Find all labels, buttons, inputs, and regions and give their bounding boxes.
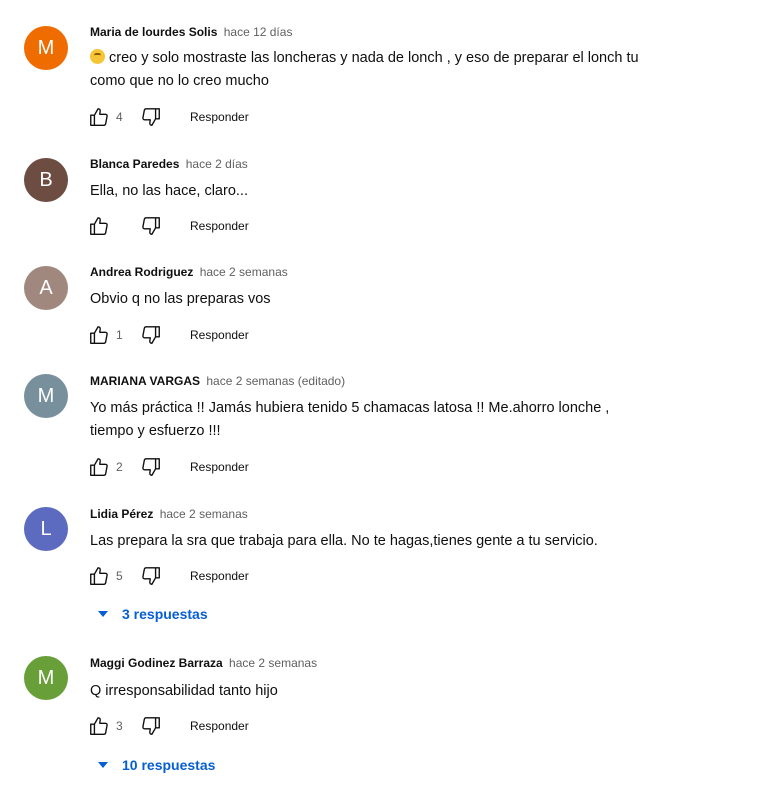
comment-actions: Responder xyxy=(88,215,249,237)
comment-actions: 2 Responder xyxy=(88,456,249,478)
comment-time[interactable]: hace 12 días xyxy=(224,25,293,39)
comment-author[interactable]: Andrea Rodriguez xyxy=(90,265,193,279)
like-icon[interactable] xyxy=(88,715,110,737)
comment-time[interactable]: hace 2 semanas xyxy=(160,507,248,521)
avatar[interactable]: M xyxy=(24,374,68,418)
comment-header: Maggi Godinez Barraza hace 2 semanas xyxy=(90,656,317,670)
comment-text: Ella, no las hace, claro... xyxy=(90,183,248,199)
comment-header: MARIANA VARGAS hace 2 semanas (editado) xyxy=(90,374,345,388)
comment-text: creo y solo mostraste las loncheras y na… xyxy=(90,49,639,89)
view-replies-button[interactable]: 3 respuestas xyxy=(98,606,208,622)
dislike-icon[interactable] xyxy=(140,324,162,346)
avatar[interactable]: A xyxy=(24,266,68,310)
comment-author[interactable]: Maria de lourdes Solis xyxy=(90,25,217,39)
comment-time[interactable]: hace 2 semanas xyxy=(200,265,288,279)
comment-header: Lidia Pérez hace 2 semanas xyxy=(90,507,248,521)
comment-author[interactable]: MARIANA VARGAS xyxy=(90,374,200,388)
thinking-face-emoji xyxy=(90,49,105,64)
caret-down-icon xyxy=(98,611,108,617)
comment-author[interactable]: Blanca Paredes xyxy=(90,157,179,171)
comment-text: Yo más práctica !! Jamás hubiera tenido … xyxy=(90,400,610,439)
like-icon[interactable] xyxy=(88,565,110,587)
like-icon[interactable] xyxy=(88,106,110,128)
like-icon[interactable] xyxy=(88,324,110,346)
reply-button[interactable]: Responder xyxy=(190,328,249,342)
comment-author[interactable]: Maggi Godinez Barraza xyxy=(90,656,223,670)
comment-time[interactable]: hace 2 días xyxy=(186,157,248,171)
avatar[interactable]: M xyxy=(24,656,68,700)
comment-time[interactable]: hace 2 semanas xyxy=(229,656,317,670)
comment-text: Q irresponsabilidad tanto hijo xyxy=(90,683,278,699)
like-count: 5 xyxy=(116,569,123,583)
like-count: 2 xyxy=(116,460,123,474)
comment-actions: 3 Responder xyxy=(88,715,249,737)
reply-button[interactable]: Responder xyxy=(190,219,249,233)
dislike-icon[interactable] xyxy=(140,715,162,737)
comment-actions: 5 Responder xyxy=(88,565,249,587)
reply-button[interactable]: Responder xyxy=(190,569,249,583)
like-icon[interactable] xyxy=(88,215,110,237)
view-replies-button[interactable]: 10 respuestas xyxy=(98,757,215,773)
comment-text: Obvio q no las preparas vos xyxy=(90,291,271,307)
avatar[interactable]: L xyxy=(24,507,68,551)
dislike-icon[interactable] xyxy=(140,456,162,478)
comment-time[interactable]: hace 2 semanas (editado) xyxy=(206,374,345,388)
comment-text: Las prepara la sra que trabaja para ella… xyxy=(90,533,598,549)
replies-label: 10 respuestas xyxy=(122,757,216,773)
dislike-icon[interactable] xyxy=(140,215,162,237)
reply-button[interactable]: Responder xyxy=(190,719,249,733)
avatar[interactable]: M xyxy=(24,26,68,70)
reply-button[interactable]: Responder xyxy=(190,460,249,474)
replies-label: 3 respuestas xyxy=(122,606,208,622)
comment-actions: 1 Responder xyxy=(88,324,249,346)
like-count: 3 xyxy=(116,719,123,733)
caret-down-icon xyxy=(98,762,108,768)
dislike-icon[interactable] xyxy=(140,106,162,128)
like-icon[interactable] xyxy=(88,456,110,478)
avatar[interactable]: B xyxy=(24,158,68,202)
like-count: 1 xyxy=(116,328,123,342)
like-count: 4 xyxy=(116,110,123,124)
comment-author[interactable]: Lidia Pérez xyxy=(90,507,153,521)
comment-header: Andrea Rodriguez hace 2 semanas xyxy=(90,265,288,279)
comment-actions: 4 Responder xyxy=(88,106,249,128)
comment-header: Blanca Paredes hace 2 días xyxy=(90,157,248,171)
dislike-icon[interactable] xyxy=(140,565,162,587)
comment-header: Maria de lourdes Solis hace 12 días xyxy=(90,25,292,39)
reply-button[interactable]: Responder xyxy=(190,110,249,124)
